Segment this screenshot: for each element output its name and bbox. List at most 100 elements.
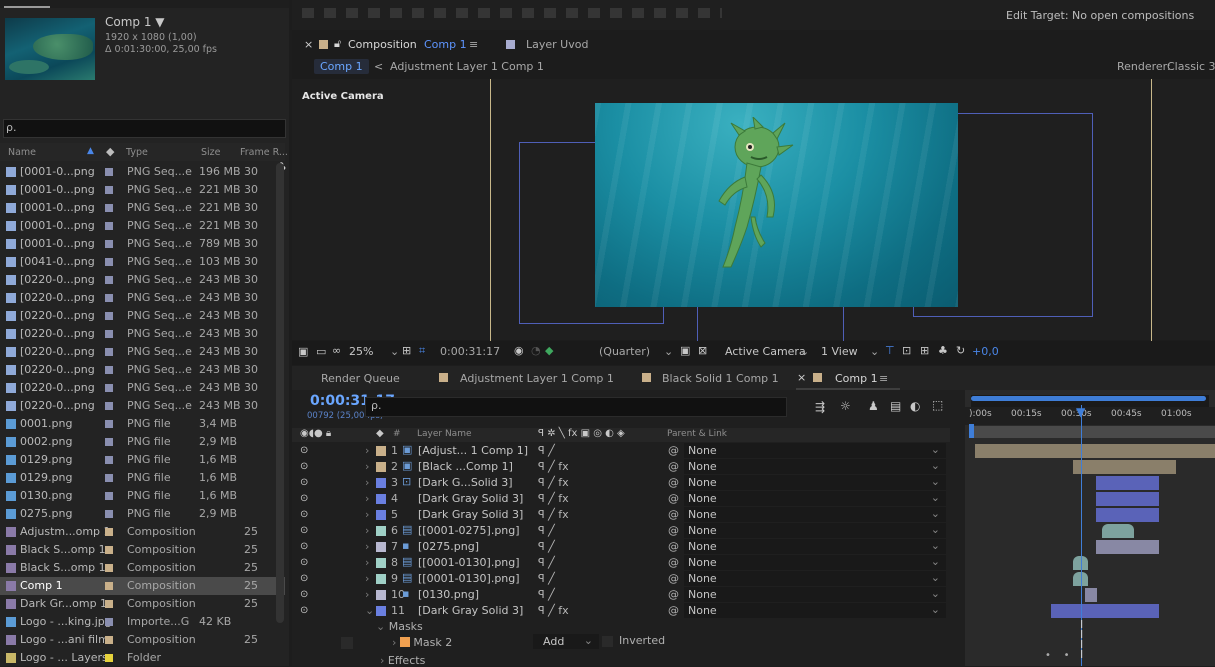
- layer-duration-bar[interactable]: [1096, 492, 1159, 506]
- draft-3d-icon[interactable]: ☼: [840, 399, 851, 413]
- project-item[interactable]: [0220-0...png PNG Seq...e 243 MB 30: [0, 397, 285, 415]
- timeline-layer-row[interactable]: ⊙ › 1 ▣ [Adjust... 1 Comp 1] ꟼ ╱ @ None ⌄: [292, 443, 950, 459]
- zoom-dropdown-icon[interactable]: ⌄: [390, 345, 399, 358]
- parent-pick-whip-icon[interactable]: @: [668, 444, 679, 457]
- zoom-level[interactable]: 25%: [349, 345, 373, 358]
- layer-switches-icon[interactable]: ꟼ ✲ ╲ fx ▣ ◎ ◐ ◈: [538, 428, 625, 439]
- project-item[interactable]: Logo - ... Layers Folder: [0, 649, 285, 667]
- layer-label-swatch[interactable]: [376, 510, 386, 520]
- layer-name[interactable]: [[0001-0275].png]: [418, 524, 520, 537]
- layer-duration-bar[interactable]: [1073, 460, 1176, 474]
- parent-pick-whip-icon[interactable]: @: [668, 540, 679, 553]
- camera-snapshot-icon[interactable]: ◉: [514, 344, 524, 357]
- label-swatch[interactable]: [105, 240, 113, 248]
- eye-icon[interactable]: ⊙: [300, 461, 308, 472]
- lock-icon[interactable]: 🔓︎: [334, 37, 341, 51]
- keyframe-markers[interactable]: IIII: [1080, 619, 1083, 660]
- layer-switches[interactable]: ꟼ ╱: [538, 444, 555, 457]
- layer-name[interactable]: [Dark Gray Solid 3]: [418, 508, 523, 521]
- sort-ascending-icon[interactable]: ▲: [87, 146, 94, 156]
- project-item[interactable]: [0220-0...png PNG Seq...e 243 MB 30: [0, 343, 285, 361]
- eye-icon[interactable]: ⊙: [300, 589, 308, 600]
- tab-render-queue[interactable]: Render Queue: [321, 372, 400, 385]
- resolution-chevron-icon[interactable]: ⌄: [664, 345, 673, 358]
- layer-switches[interactable]: ꟼ ╱: [538, 540, 555, 553]
- parent-pick-whip-icon[interactable]: @: [668, 524, 679, 537]
- eye-icon[interactable]: ⊙: [300, 557, 308, 568]
- column-type[interactable]: Type: [126, 147, 148, 158]
- label-swatch[interactable]: [105, 222, 113, 230]
- layer-switches[interactable]: ꟼ ╱: [538, 572, 555, 585]
- show-snapshot-icon[interactable]: ◔: [531, 344, 541, 357]
- parent-pick-whip-icon[interactable]: @: [668, 588, 679, 601]
- layer-label-swatch[interactable]: [376, 606, 386, 616]
- work-area-bar[interactable]: [971, 396, 1206, 401]
- layer-label-swatch[interactable]: [376, 526, 386, 536]
- mask-visibility-icon[interactable]: ∞: [332, 344, 341, 357]
- camera-view-dropdown[interactable]: Active Camera: [725, 345, 806, 358]
- layer-duration-bar[interactable]: [1096, 540, 1159, 554]
- layer-name[interactable]: [[0001-0130].png]: [418, 572, 520, 585]
- parent-dropdown[interactable]: None ⌄: [684, 555, 946, 570]
- monitor-icon[interactable]: ▭: [316, 345, 326, 358]
- project-item[interactable]: [0001-0...png PNG Seq...e 221 MB 30: [0, 217, 285, 235]
- effect-keyframe-dots[interactable]: • •: [1045, 650, 1070, 661]
- expand-chevron-icon[interactable]: ›: [365, 556, 369, 569]
- parent-dropdown[interactable]: None ⌄: [684, 571, 946, 586]
- label-swatch[interactable]: [105, 348, 113, 356]
- av-switches-icon[interactable]: ◉◖● 🔒︎: [300, 428, 331, 439]
- layer-duration-bar[interactable]: [975, 444, 1215, 458]
- expand-chevron-icon[interactable]: ›: [365, 540, 369, 553]
- layer-switches[interactable]: ꟼ ╱: [538, 588, 555, 601]
- label-swatch[interactable]: [105, 546, 113, 554]
- eye-icon[interactable]: ⊙: [300, 445, 308, 456]
- layer-switches[interactable]: ꟼ ╱ fx: [538, 604, 569, 617]
- breadcrumb-comp-1[interactable]: Comp 1: [314, 59, 369, 74]
- eye-icon[interactable]: ⊙: [300, 509, 308, 520]
- renderer-value[interactable]: Classic 3: [1167, 60, 1215, 73]
- project-item[interactable]: [0220-0...png PNG Seq...e 243 MB 30: [0, 271, 285, 289]
- expand-chevron-icon[interactable]: ›: [365, 572, 369, 585]
- column-name[interactable]: Name: [8, 147, 36, 158]
- layer-name-header[interactable]: Layer Name: [417, 429, 472, 439]
- eye-icon[interactable]: ⊙: [300, 605, 308, 616]
- layer-name[interactable]: [0275.png]: [418, 540, 479, 553]
- time-ruler[interactable]: ):00s 00:15s 00:30s 00:45s 01:00s: [965, 407, 1215, 425]
- project-item[interactable]: [0220-0...png PNG Seq...e 243 MB 30: [0, 307, 285, 325]
- project-item[interactable]: [0001-0...png PNG Seq...e 221 MB 30: [0, 199, 285, 217]
- project-item[interactable]: Logo - ...king.jpg Importe...G 42 KB: [0, 613, 285, 631]
- timeline-layer-row[interactable]: ⊙ › 3 ⊡ [Dark G...Solid 3] ꟼ ╱ fx @ None ⌄: [292, 475, 950, 491]
- layer-label-swatch[interactable]: [376, 462, 386, 472]
- label-swatch[interactable]: [105, 654, 113, 662]
- label-swatch[interactable]: [105, 276, 113, 284]
- inverted-checkbox[interactable]: [602, 636, 613, 647]
- fast-preview-icon[interactable]: ⊡: [902, 344, 911, 357]
- timeline-layer-row[interactable]: ⊙ › 5 [Dark Gray Solid 3] ꟼ ╱ fx @ None ⌄: [292, 507, 950, 523]
- eye-icon[interactable]: ⊙: [300, 477, 308, 488]
- parent-pick-whip-icon[interactable]: @: [668, 476, 679, 489]
- project-comp-title[interactable]: Comp 1 ▼: [105, 15, 165, 29]
- project-item[interactable]: 0275.png PNG file 2,9 MB: [0, 505, 285, 523]
- label-column-icon[interactable]: ◆: [106, 145, 114, 158]
- layer-switches[interactable]: ꟼ ╱ fx: [538, 492, 569, 505]
- label-swatch[interactable]: [105, 186, 113, 194]
- work-area-range[interactable]: [970, 426, 1215, 438]
- label-swatch[interactable]: [105, 636, 113, 644]
- project-item[interactable]: [0001-0...png PNG Seq...e 196 MB 30: [0, 163, 285, 181]
- timeline-layer-row[interactable]: ⊙ › 2 ▣ [Black ...Comp 1] ꟼ ╱ fx @ None ⌄: [292, 459, 950, 475]
- time-navigator[interactable]: [971, 395, 1209, 407]
- project-item[interactable]: [0220-0...png PNG Seq...e 243 MB 30: [0, 361, 285, 379]
- label-swatch[interactable]: [105, 582, 113, 590]
- parent-pick-whip-icon[interactable]: @: [668, 492, 679, 505]
- timeline-layer-row[interactable]: ⊙ › 4 [Dark Gray Solid 3] ꟼ ╱ fx @ None ⌄: [292, 491, 950, 507]
- project-item[interactable]: 0129.png PNG file 1,6 MB: [0, 451, 285, 469]
- layer-switches[interactable]: ꟼ ╱ fx: [538, 476, 569, 489]
- grid-guides-icon[interactable]: ⊞: [402, 344, 411, 357]
- frame-blending-icon[interactable]: ▤: [890, 399, 901, 413]
- layer-label-swatch[interactable]: [376, 494, 386, 504]
- parent-dropdown[interactable]: None ⌄: [684, 587, 946, 602]
- label-swatch[interactable]: [105, 330, 113, 338]
- layer-name[interactable]: [Adjust... 1 Comp 1]: [418, 444, 528, 457]
- label-swatch[interactable]: [105, 420, 113, 428]
- camera-chevron-icon[interactable]: ⌄: [800, 345, 809, 358]
